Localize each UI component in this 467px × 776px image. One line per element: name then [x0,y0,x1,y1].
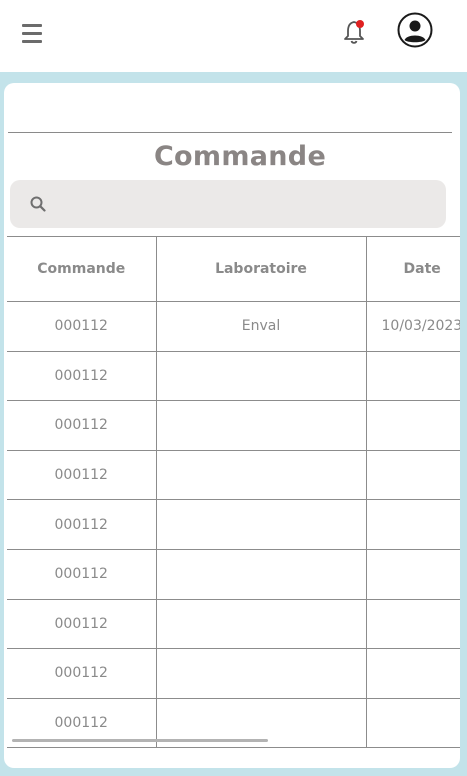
cell-date [366,450,460,501]
cell-commande: 000112 [7,301,157,352]
top-app-bar [0,0,467,72]
cell-date [366,599,460,650]
cell-laboratoire [156,351,367,402]
orders-table-container[interactable]: Commande Laboratoire Date 000112 Enval 1… [7,236,460,748]
cell-laboratoire [156,599,367,650]
table-row[interactable]: 000112 [7,549,460,600]
cell-laboratoire [156,549,367,600]
page-title: Commande [153,141,327,172]
cell-commande: 000112 [7,400,157,451]
cell-date [366,351,460,402]
hamburger-menu-icon[interactable] [22,24,42,44]
column-header-commande[interactable]: Commande [7,236,157,302]
table-row[interactable]: 000112 [7,599,460,650]
cell-commande: 000112 [7,351,157,402]
cell-commande: 000112 [7,499,157,550]
divider [8,132,452,133]
cell-date [366,400,460,451]
column-header-laboratoire[interactable]: Laboratoire [156,236,367,302]
search-input[interactable] [56,188,440,222]
table-row[interactable]: 000112 Enval 10/03/2023 [7,301,460,352]
cell-date [366,549,460,600]
table-row[interactable]: 000112 [7,351,460,402]
user-avatar-icon[interactable] [397,12,433,48]
table-row[interactable]: 000112 [7,648,460,699]
search-bar[interactable] [10,180,446,228]
cell-date [366,499,460,550]
cell-commande: 000112 [7,599,157,650]
cell-commande: 000112 [7,450,157,501]
cell-laboratoire [156,648,367,699]
cell-laboratoire [156,450,367,501]
cell-date: 10/03/2023 [366,301,460,352]
horizontal-scrollbar[interactable] [12,739,268,742]
content-card: Commande Commande Laboratoire Date 00011… [4,83,460,768]
cell-date [366,648,460,699]
table-row[interactable]: 000112 [7,499,460,550]
cell-date [366,698,460,748]
table-row[interactable]: 000112 [7,450,460,501]
notification-dot [356,20,364,28]
column-header-date[interactable]: Date [366,236,460,302]
table-row[interactable]: 000112 [7,400,460,451]
search-icon [30,196,46,212]
cell-commande: 000112 [7,648,157,699]
bell-icon[interactable] [342,18,368,46]
orders-table: Commande Laboratoire Date 000112 Enval 1… [7,236,460,748]
cell-laboratoire [156,400,367,451]
cell-laboratoire [156,499,367,550]
cell-commande: 000112 [7,549,157,600]
cell-laboratoire: Enval [156,301,367,352]
table-header-row: Commande Laboratoire Date [7,236,460,302]
